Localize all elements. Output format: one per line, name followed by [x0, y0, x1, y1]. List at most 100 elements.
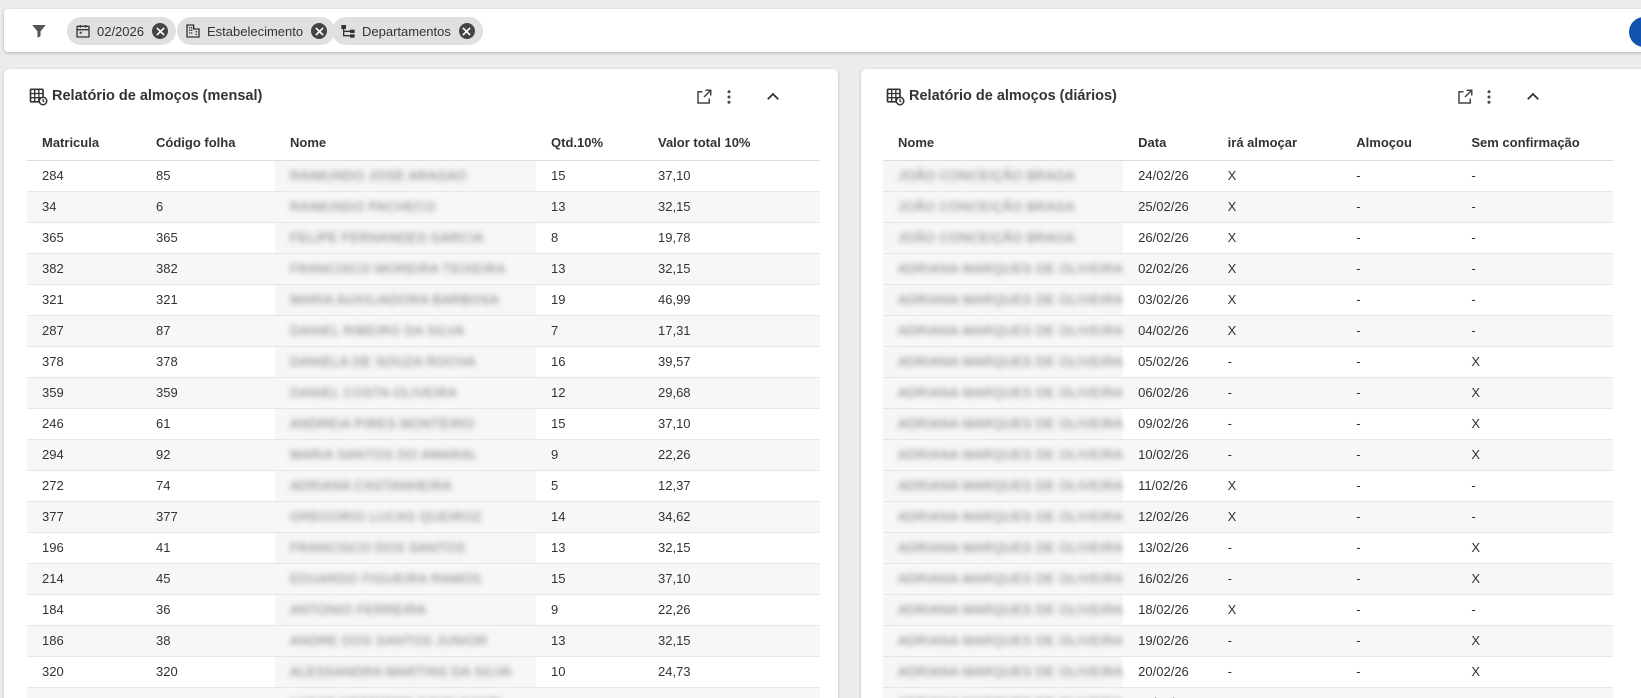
- table-cell: 16: [536, 346, 643, 378]
- redacted-name: ALESSANDRA MARTINS DA SILVA: [290, 664, 512, 679]
- column-header[interactable]: Nome: [883, 126, 1124, 161]
- table-cell: 382: [27, 253, 141, 285]
- open-external-icon[interactable]: [1455, 87, 1475, 107]
- table-row[interactable]: ADRIANA MARQUES DE OLIVEIRA 06/02/26- - X: [883, 377, 1613, 409]
- table-row[interactable]: ADRIANA MARQUES DE OLIVEIRA 09/02/26- - X: [883, 408, 1613, 440]
- column-header[interactable]: Sem confirmação: [1456, 126, 1613, 161]
- table-row[interactable]: JOÃO CONCEIÇÃO BRAGA 25/02/26 X - -: [883, 191, 1613, 223]
- redacted-name: GREGORIO LUCAS QUEIROZ: [290, 509, 483, 524]
- chip-period[interactable]: 02/2026: [67, 17, 176, 45]
- table-row[interactable]: 196 41 FRANCISCO DOS SANTOS 13 32,15: [27, 532, 820, 564]
- redacted-name: ADRIANA MARQUES DE OLIVEIRA: [898, 323, 1124, 338]
- chevron-up-icon[interactable]: [1523, 87, 1543, 107]
- table-cell: -: [1456, 160, 1613, 192]
- redacted-name: ADRIANA MARQUES DE OLIVEIRA: [898, 292, 1124, 307]
- table-cell: 284: [27, 160, 141, 192]
- redacted-name: ADRIANA MARQUES DE OLIVEIRA: [898, 571, 1124, 586]
- close-icon[interactable]: [458, 23, 475, 39]
- table-cell: -: [1341, 160, 1457, 192]
- table-cell: 13: [536, 532, 643, 564]
- chip-establishment[interactable]: Estabelecimento: [177, 17, 336, 45]
- table-cell: X: [1212, 470, 1342, 502]
- table-row[interactable]: ADRIANA MARQUES DE OLIVEIRA 19/02/26- - X: [883, 625, 1613, 657]
- table-cell: -: [1456, 253, 1613, 285]
- table-cell: 39,57: [643, 346, 820, 378]
- table-row[interactable]: JOÃO CONCEIÇÃO BRAGA 24/02/26 X - -: [883, 160, 1613, 192]
- column-header[interactable]: Qtd.10%: [536, 126, 643, 161]
- table-row[interactable]: 378 378 DANIELA DE SOUZA ROCHA 16 39,57: [27, 346, 820, 378]
- table-row[interactable]: 321 321 MARIA AUXILIADORA BARBOSA 19 46,99: [27, 284, 820, 316]
- table-row[interactable]: ADRIANA MARQUES DE OLIVEIRA 04/02/26 X - -: [883, 315, 1613, 347]
- table-cell: 321: [141, 284, 275, 316]
- table-row[interactable]: ADRIANA MARQUES DE OLIVEIRA 11/02/26 X - -: [883, 470, 1613, 502]
- column-header[interactable]: Nome: [275, 126, 536, 161]
- table-row[interactable]: ADRIANA MARQUES DE OLIVEIRA 10/02/26- - X: [883, 439, 1613, 471]
- table-cell: 15: [536, 160, 643, 192]
- table-row[interactable]: 272 74 ADRIANA CASTANHEIRA 5 12,37: [27, 470, 820, 502]
- column-header[interactable]: Matricula: [27, 126, 141, 161]
- table-cell: 272: [27, 470, 141, 502]
- open-external-icon[interactable]: [694, 87, 714, 107]
- table-cell: 04/02/26: [1123, 315, 1213, 347]
- table-row[interactable]: 34 6 RAIMUNDO PACHECO 13 32,15: [27, 191, 820, 223]
- table-cell: X: [1456, 532, 1613, 564]
- filter-icon[interactable]: [30, 22, 48, 40]
- column-header[interactable]: Código folha: [141, 126, 275, 161]
- table-row[interactable]: ADRIANA MARQUES DE OLIVEIRA23/02/26--X: [883, 687, 1613, 698]
- more-vert-icon[interactable]: [719, 87, 739, 107]
- redacted-name: FELIPE FERNANDES GARCIA: [290, 230, 484, 245]
- table-cell: 320: [141, 656, 275, 688]
- table-row[interactable]: ADRIANA MARQUES DE OLIVEIRA 02/02/26 X - -: [883, 253, 1613, 285]
- table-row[interactable]: 214 45 EDUARDO FIGUEIRA RAMOS 15 37,10: [27, 563, 820, 595]
- table-row[interactable]: ADRIANA MARQUES DE OLIVEIRA 16/02/26- - X: [883, 563, 1613, 595]
- more-vert-icon[interactable]: [1479, 87, 1499, 107]
- chevron-up-icon[interactable]: [763, 87, 783, 107]
- close-icon[interactable]: [152, 23, 168, 39]
- table-cell: 92: [141, 439, 275, 471]
- table-row[interactable]: 246 61 ANDREIA PIRES MONTEIRO 15 37,10: [27, 408, 820, 440]
- table-row[interactable]: ADRIANA MARQUES DE OLIVEIRA 05/02/26- - X: [883, 346, 1613, 378]
- table-row[interactable]: 284 85 RAIMUNDO JOSE ARAGAO 15 37,10: [27, 160, 820, 192]
- table-row[interactable]: 359 359 DANIEL COSTA OLIVEIRA 12 29,68: [27, 377, 820, 409]
- table-cell: -: [1341, 501, 1457, 533]
- table-cell: ALESSANDRA MARTINS DA SILVA: [275, 656, 536, 688]
- monthly-table: Matricula Código folha Nome Qtd.10% Valor to…: [27, 126, 820, 698]
- table-cell: X: [1456, 408, 1613, 440]
- table-row[interactable]: JOÃO CONCEIÇÃO BRAGA 26/02/26 X - -: [883, 222, 1613, 254]
- table-row[interactable]: 184 36 ANTONIO FERREIRA 9 22,26: [27, 594, 820, 626]
- table-row[interactable]: 287 87 DANIEL RIBEIRO DA SILVA 7 17,31: [27, 315, 820, 347]
- table-cell: -: [1341, 625, 1457, 657]
- redacted-name: RAIMUNDO PACHECO: [290, 199, 436, 214]
- column-header[interactable]: Valor total 10%: [643, 126, 820, 161]
- table-row[interactable]: 325325LUCAS MEDEIROS CAVALCANTI1639,57: [27, 687, 820, 698]
- table-row[interactable]: ADRIANA MARQUES DE OLIVEIRA 13/02/26- - X: [883, 532, 1613, 564]
- redacted-name: ADRIANA MARQUES DE OLIVEIRA: [898, 509, 1124, 524]
- table-cell: X: [1456, 346, 1613, 378]
- table-cell: 10: [536, 656, 643, 688]
- table-row[interactable]: 294 92 MARIA SANTOS DO AMARAL 9 22,26: [27, 439, 820, 471]
- table-row[interactable]: ADRIANA MARQUES DE OLIVEIRA 18/02/26 X - -: [883, 594, 1613, 626]
- table-cell: 12: [536, 377, 643, 409]
- table-cell: X: [1456, 563, 1613, 595]
- table-cell: 325: [141, 687, 275, 698]
- chip-departments[interactable]: Departamentos: [332, 17, 483, 45]
- redacted-name: ADRIANA MARQUES DE OLIVEIRA: [898, 447, 1124, 462]
- column-header[interactable]: irá almoçar: [1212, 126, 1342, 161]
- table-row[interactable]: 320 320 ALESSANDRA MARTINS DA SILVA 10 24,73: [27, 656, 820, 688]
- hierarchy-icon: [340, 23, 356, 39]
- close-icon[interactable]: [311, 23, 328, 39]
- table-row[interactable]: ADRIANA MARQUES DE OLIVEIRA 03/02/26 X - -: [883, 284, 1613, 316]
- table-row[interactable]: 365 365 FELIPE FERNANDES GARCIA 8 19,78: [27, 222, 820, 254]
- column-header[interactable]: Data: [1123, 126, 1213, 161]
- table-cell: -: [1341, 439, 1457, 471]
- column-header[interactable]: Almoçou: [1341, 126, 1457, 161]
- table-row[interactable]: 377 377 GREGORIO LUCAS QUEIROZ 14 34,62: [27, 501, 820, 533]
- table-cell: 15: [536, 563, 643, 595]
- table-cell: 246: [27, 408, 141, 440]
- table-row[interactable]: ADRIANA MARQUES DE OLIVEIRA 12/02/26 X - -: [883, 501, 1613, 533]
- table-row[interactable]: 186 38 ANDRE DOS SANTOS JUNIOR 13 32,15: [27, 625, 820, 657]
- table-row[interactable]: 382 382 FRANCISCO MOREIRA TEIXEIRA 13 32,15: [27, 253, 820, 285]
- redacted-name: JOÃO CONCEIÇÃO BRAGA: [898, 168, 1075, 183]
- table-cell: ADRIANA MARQUES DE OLIVEIRA: [883, 408, 1124, 440]
- table-row[interactable]: ADRIANA MARQUES DE OLIVEIRA 20/02/26- - X: [883, 656, 1613, 688]
